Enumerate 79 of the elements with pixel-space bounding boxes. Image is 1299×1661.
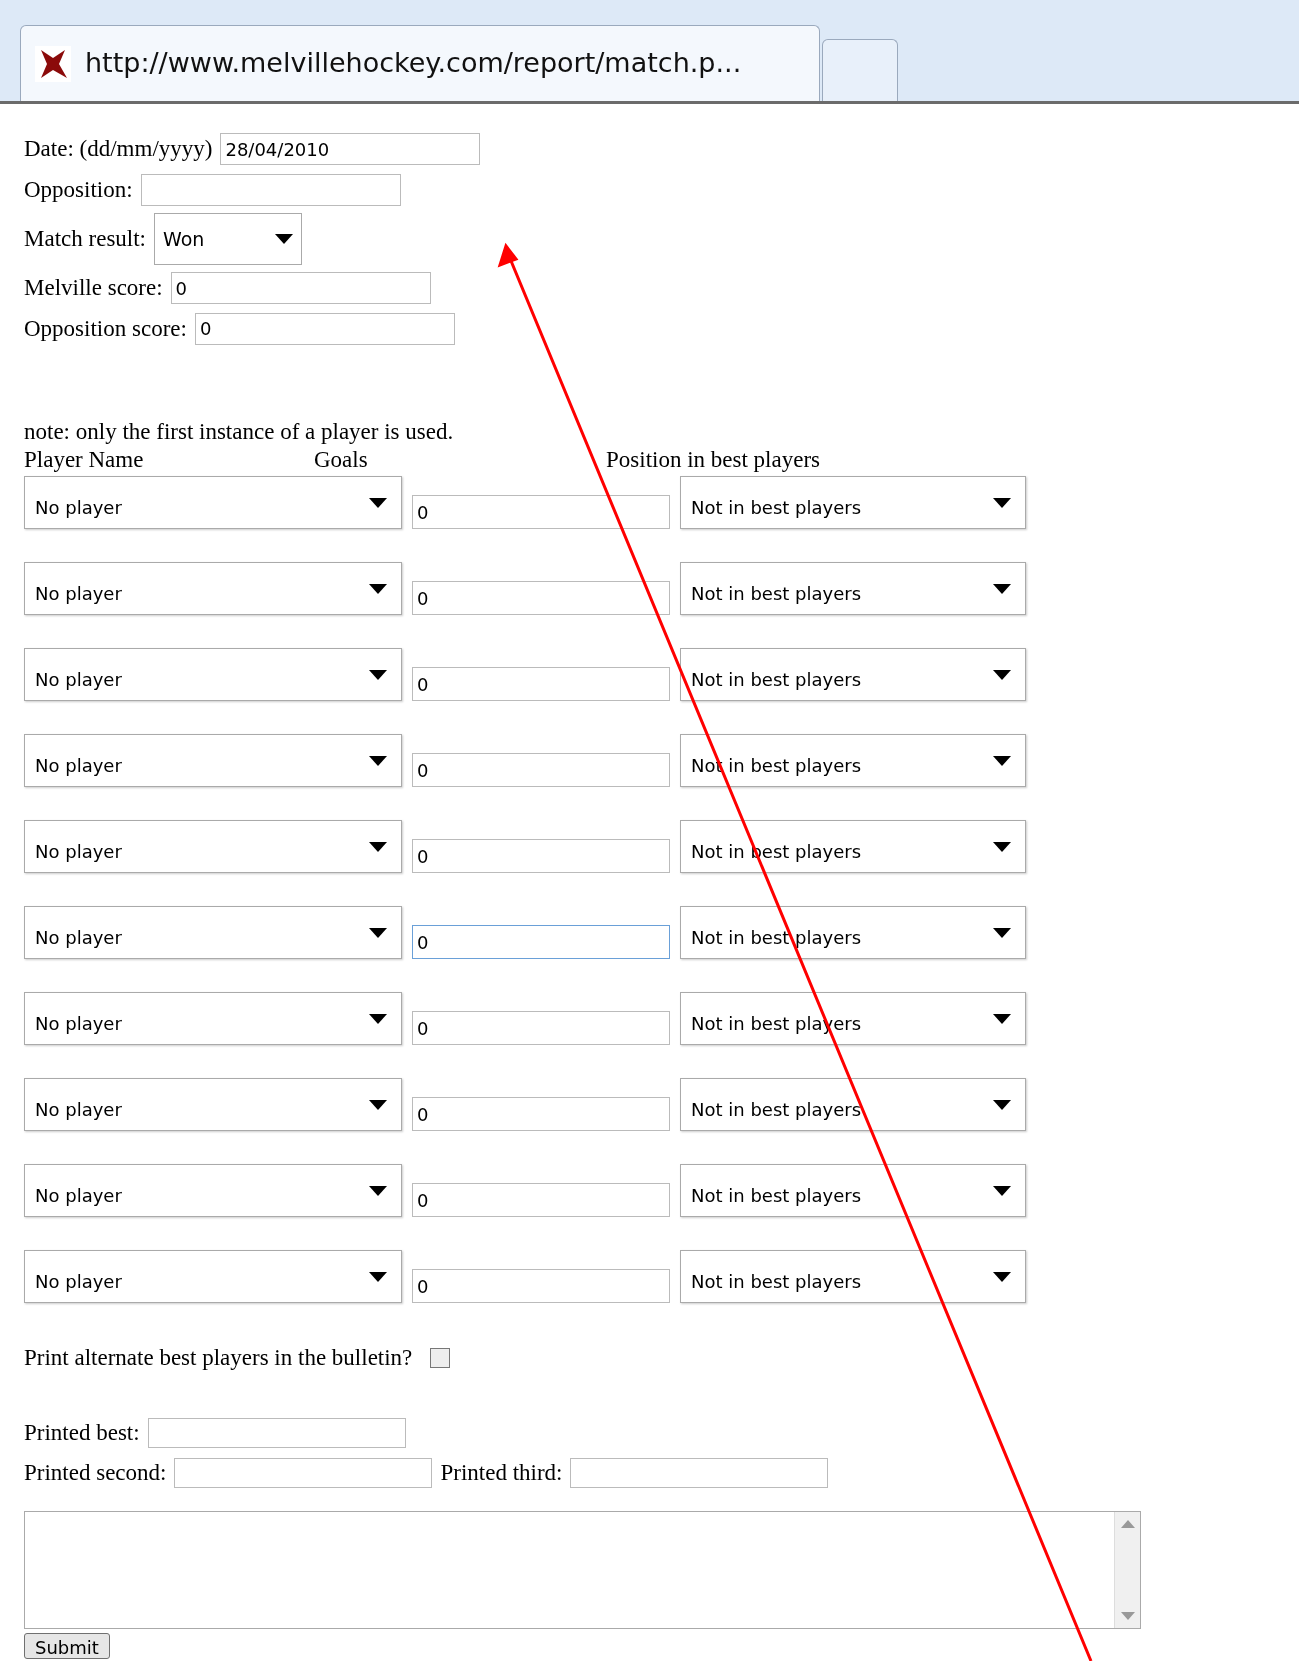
- player-dropdown[interactable]: No player: [24, 1078, 402, 1131]
- best-players-dropdown[interactable]: Not in best players: [680, 476, 1026, 529]
- goals-field[interactable]: 0: [412, 1269, 670, 1303]
- comments-textarea[interactable]: [24, 1510, 1141, 1629]
- scroll-up-icon[interactable]: [1120, 1519, 1135, 1528]
- player-dropdown[interactable]: No player: [24, 734, 402, 787]
- dropdown-arrow-icon: [369, 927, 387, 938]
- dropdown-arrow-icon: [369, 841, 387, 852]
- text-field[interactable]: [570, 1458, 829, 1489]
- dropdown-arrow-icon: [993, 927, 1011, 938]
- new-tab-button[interactable]: [822, 39, 898, 101]
- checkbox[interactable]: [430, 1348, 451, 1369]
- column-header: Position in best players: [606, 446, 822, 474]
- dropdown-arrow-icon: [993, 583, 1011, 594]
- column-header: Player Name: [24, 446, 145, 474]
- best-players-dropdown[interactable]: Not in best players: [680, 1250, 1026, 1303]
- goals-field[interactable]: 0: [412, 495, 670, 529]
- player-dropdown[interactable]: No player: [24, 648, 402, 701]
- field-label: Printed third:: [440, 1459, 563, 1487]
- dropdown-arrow-icon: [993, 1099, 1011, 1110]
- text-field[interactable]: [174, 1458, 433, 1489]
- best-players-dropdown[interactable]: Not in best players: [680, 562, 1026, 615]
- dropdown-arrow-icon: [993, 1185, 1011, 1196]
- favicon-icon: [33, 43, 73, 84]
- best-players-dropdown[interactable]: Not in best players: [680, 1164, 1026, 1217]
- dropdown-arrow-icon: [369, 497, 387, 508]
- player-dropdown[interactable]: No player: [24, 476, 402, 529]
- goals-field[interactable]: 0: [412, 1183, 670, 1217]
- dropdown-arrow-icon: [369, 1099, 387, 1110]
- field-label: Match result:: [24, 224, 146, 253]
- dropdown-arrow-icon: [993, 755, 1011, 766]
- player-dropdown[interactable]: No player: [24, 562, 402, 615]
- result-dropdown[interactable]: Won: [154, 213, 302, 265]
- dropdown-arrow-icon: [369, 1013, 387, 1024]
- scrollbar[interactable]: [1114, 1511, 1140, 1628]
- browser-tab[interactable]: http://www.melvillehockey.com/report/match.p...: [20, 25, 820, 101]
- dropdown-arrow-icon: [993, 1271, 1011, 1282]
- best-players-dropdown[interactable]: Not in best players: [680, 1078, 1026, 1131]
- dropdown-arrow-icon: [369, 669, 387, 680]
- dropdown-arrow-icon: [993, 497, 1011, 508]
- tab-title: http://www.melvillehockey.com/report/match.p...: [85, 46, 742, 81]
- scroll-down-icon[interactable]: [1120, 1611, 1135, 1620]
- dropdown-arrow-icon: [369, 1271, 387, 1282]
- goals-field[interactable]: 0: [412, 1097, 670, 1131]
- dropdown-arrow-icon: [369, 755, 387, 766]
- goals-field[interactable]: 0: [412, 753, 670, 787]
- note-text: note: only the first instance of a player is used.: [24, 418, 455, 446]
- dropdown-arrow-icon: [275, 234, 293, 244]
- player-dropdown[interactable]: No player: [24, 1164, 402, 1217]
- text-field[interactable]: [140, 173, 401, 206]
- text-field[interactable]: 28/04/2010: [220, 133, 481, 166]
- dropdown-arrow-icon: [369, 583, 387, 594]
- text-field[interactable]: 0: [170, 272, 431, 305]
- field-label: Date: (dd/mm/yyyy): [24, 135, 213, 163]
- dropdown-arrow-icon: [993, 669, 1011, 680]
- dropdown-arrow-icon: [369, 1185, 387, 1196]
- player-dropdown[interactable]: No player: [24, 906, 402, 959]
- player-dropdown[interactable]: No player: [24, 1250, 402, 1303]
- player-dropdown[interactable]: No player: [24, 820, 402, 873]
- goals-field[interactable]: 0: [412, 581, 670, 615]
- player-dropdown[interactable]: No player: [24, 992, 402, 1045]
- field-label: Printed best:: [24, 1418, 140, 1447]
- text-field[interactable]: 0: [194, 312, 455, 345]
- column-header: Goals: [314, 446, 369, 474]
- text-field[interactable]: [147, 1417, 406, 1448]
- best-players-dropdown[interactable]: Not in best players: [680, 906, 1026, 959]
- goals-field[interactable]: 0: [412, 925, 670, 959]
- goals-field[interactable]: 0: [412, 1011, 670, 1045]
- field-label: Opposition:: [24, 175, 133, 204]
- goals-field[interactable]: 0: [412, 667, 670, 701]
- field-label: Opposition score:: [24, 314, 187, 343]
- best-players-dropdown[interactable]: Not in best players: [680, 648, 1026, 701]
- submit-button[interactable]: Submit: [24, 1632, 110, 1659]
- goals-field[interactable]: 0: [412, 839, 670, 873]
- field-label: Melville score:: [24, 274, 163, 302]
- dropdown-arrow-icon: [993, 1013, 1011, 1024]
- checkbox-label: Print alternate best players in the bulletin?: [24, 1344, 413, 1372]
- dropdown-arrow-icon: [993, 841, 1011, 852]
- field-label: Printed second:: [24, 1459, 167, 1487]
